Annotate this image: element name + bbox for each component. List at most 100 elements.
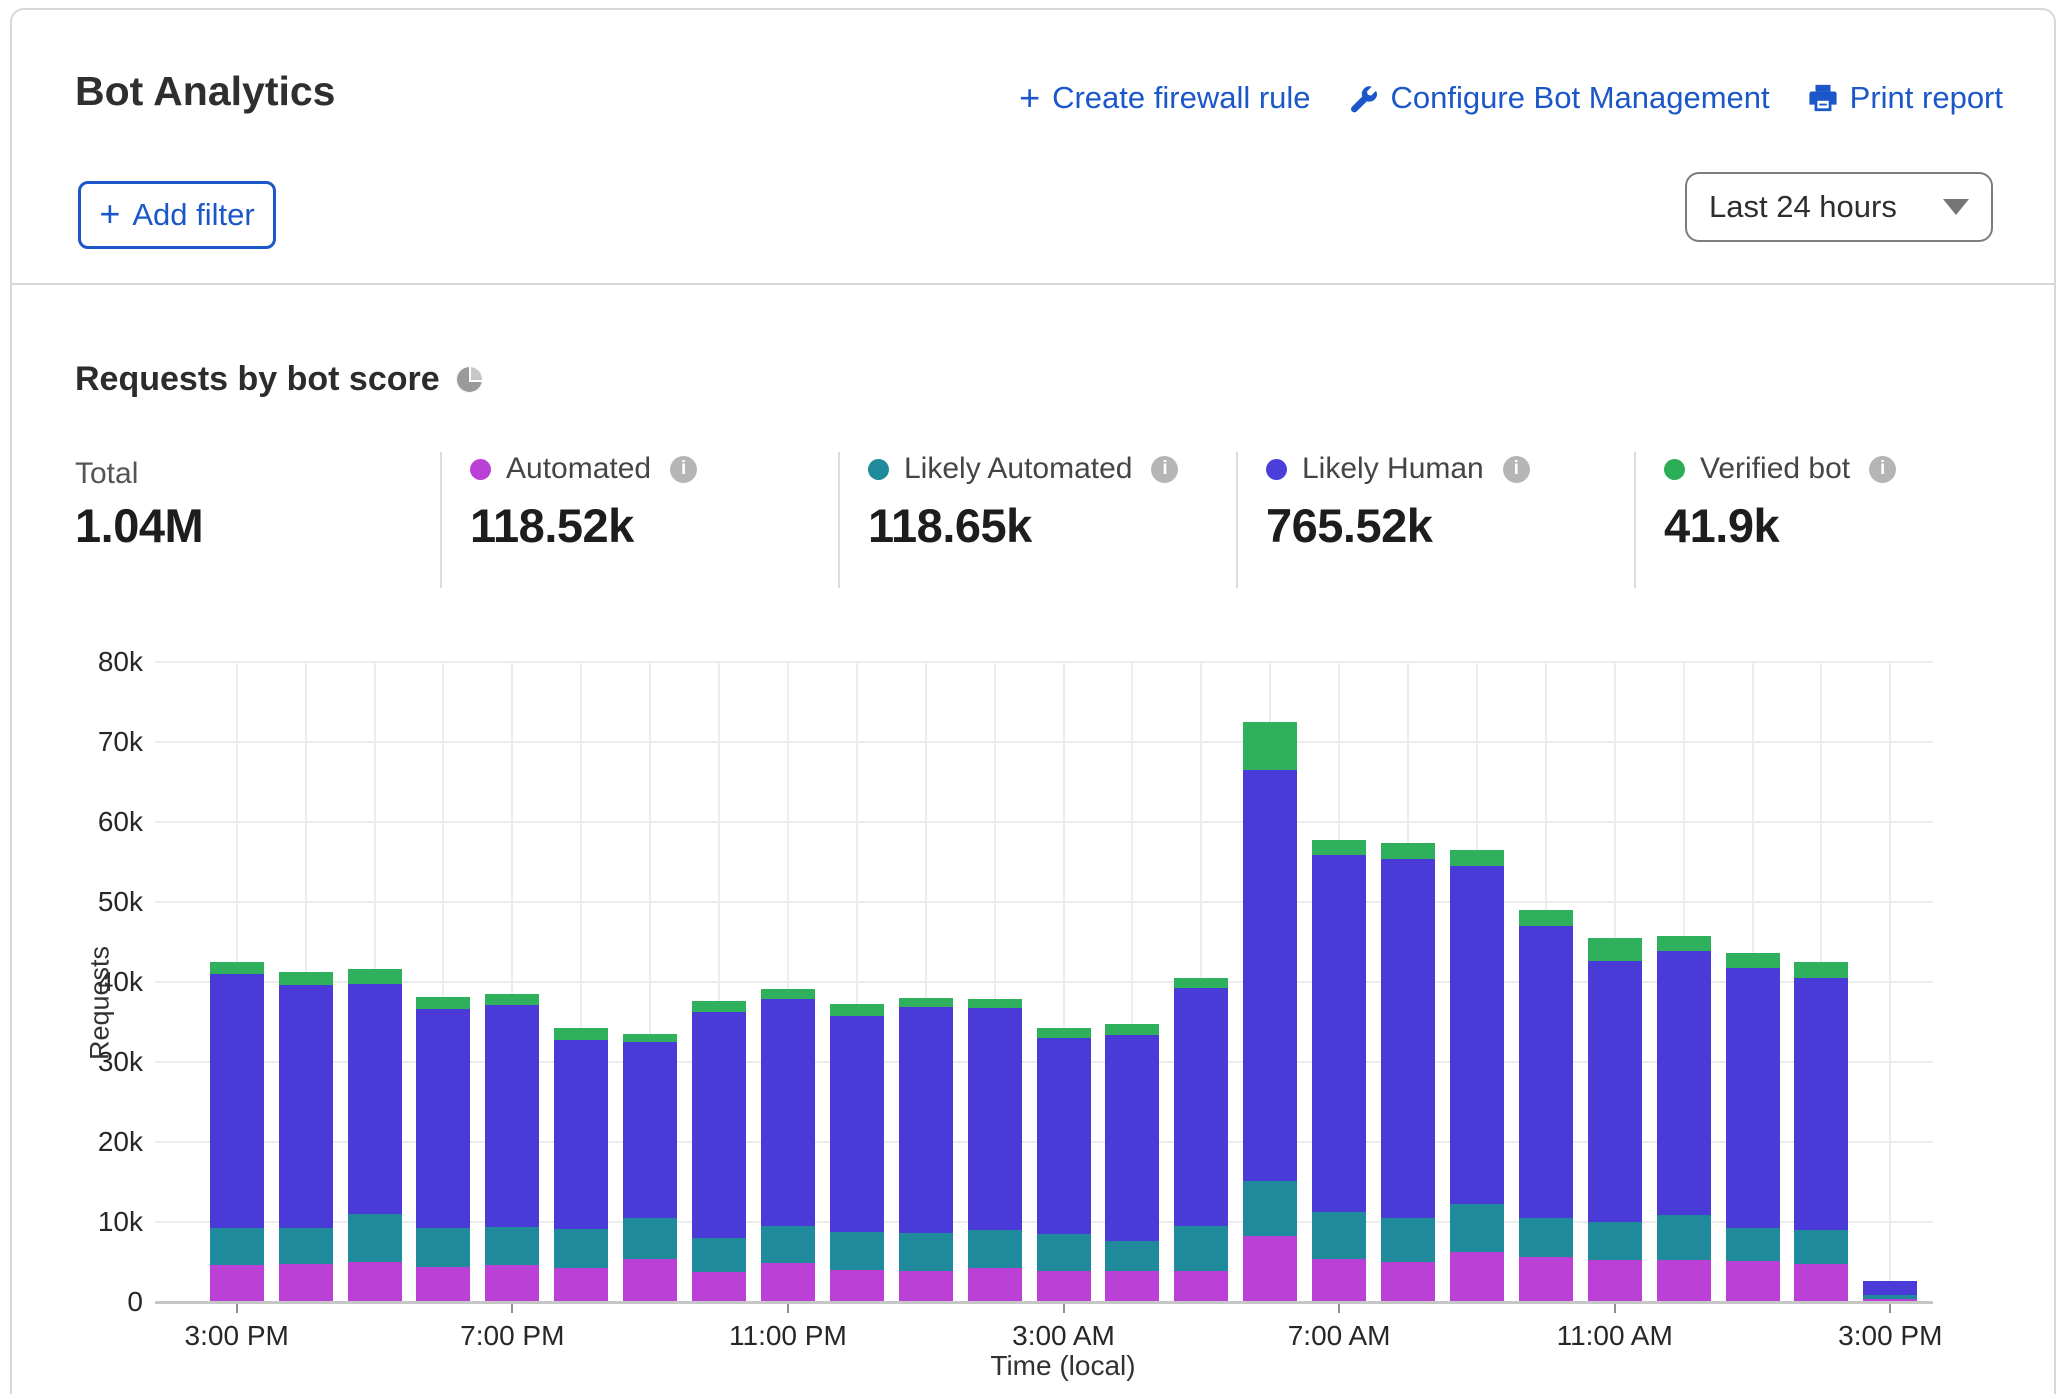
bar-segment-automated[interactable] <box>968 1268 1022 1302</box>
bar-segment-likely-human[interactable] <box>968 1008 1022 1230</box>
bar-segment-likely-automated[interactable] <box>1243 1181 1297 1235</box>
bar-segment-automated[interactable] <box>1312 1259 1366 1302</box>
bar-segment-verified-bot[interactable] <box>348 969 402 983</box>
bar-segment-likely-automated[interactable] <box>623 1218 677 1259</box>
bar-segment-automated[interactable] <box>554 1268 608 1302</box>
bar-segment-verified-bot[interactable] <box>416 997 470 1009</box>
bar-segment-automated[interactable] <box>1519 1257 1573 1302</box>
bar-segment-likely-human[interactable] <box>1726 968 1780 1229</box>
bar-segment-automated[interactable] <box>623 1259 677 1302</box>
bar-segment-automated[interactable] <box>348 1262 402 1302</box>
bar-segment-likely-automated[interactable] <box>1794 1230 1848 1264</box>
bar-segment-verified-bot[interactable] <box>1726 953 1780 967</box>
bar-segment-verified-bot[interactable] <box>623 1034 677 1042</box>
bar-segment-likely-automated[interactable] <box>899 1233 953 1271</box>
bar-segment-automated[interactable] <box>1794 1264 1848 1302</box>
bar-segment-automated[interactable] <box>1243 1236 1297 1302</box>
bar-segment-likely-automated[interactable] <box>830 1232 884 1270</box>
bar-segment-likely-human[interactable] <box>279 985 333 1227</box>
bar-segment-verified-bot[interactable] <box>1519 910 1573 926</box>
bar-segment-likely-automated[interactable] <box>1174 1226 1228 1271</box>
bar-segment-likely-human[interactable] <box>210 974 264 1228</box>
bar-segment-likely-automated[interactable] <box>1450 1204 1504 1253</box>
bar-segment-verified-bot[interactable] <box>1243 722 1297 770</box>
bar-segment-likely-automated[interactable] <box>279 1228 333 1265</box>
bar-segment-automated[interactable] <box>692 1272 746 1302</box>
bar-segment-likely-automated[interactable] <box>1657 1215 1711 1261</box>
bar-segment-likely-automated[interactable] <box>485 1227 539 1265</box>
bar-segment-verified-bot[interactable] <box>210 962 264 974</box>
bar-segment-automated[interactable] <box>416 1267 470 1302</box>
bar-segment-likely-human[interactable] <box>1243 770 1297 1181</box>
horizontal-gridline <box>155 661 1933 663</box>
bar-segment-automated[interactable] <box>485 1265 539 1302</box>
bar-segment-likely-human[interactable] <box>899 1007 953 1233</box>
bar-segment-automated[interactable] <box>1588 1260 1642 1302</box>
bar-segment-automated[interactable] <box>1726 1261 1780 1302</box>
bar-segment-verified-bot[interactable] <box>554 1028 608 1040</box>
bar-segment-verified-bot[interactable] <box>1037 1028 1091 1038</box>
bar-segment-verified-bot[interactable] <box>1794 962 1848 978</box>
bar-segment-likely-human[interactable] <box>761 999 815 1226</box>
bar-segment-likely-human[interactable] <box>1312 855 1366 1212</box>
bar-segment-likely-human[interactable] <box>1863 1281 1917 1295</box>
bar-segment-likely-automated[interactable] <box>1863 1295 1917 1299</box>
bar-segment-verified-bot[interactable] <box>279 972 333 985</box>
horizontal-gridline <box>155 821 1933 823</box>
bar-segment-likely-automated[interactable] <box>761 1226 815 1263</box>
bar-segment-likely-automated[interactable] <box>554 1229 608 1267</box>
bar-segment-verified-bot[interactable] <box>899 998 953 1007</box>
bar-segment-likely-human[interactable] <box>554 1040 608 1230</box>
bar-segment-automated[interactable] <box>1105 1271 1159 1302</box>
bar-segment-likely-automated[interactable] <box>210 1228 264 1266</box>
bar-segment-verified-bot[interactable] <box>830 1004 884 1015</box>
bar-segment-likely-human[interactable] <box>1174 988 1228 1226</box>
bar-segment-likely-automated[interactable] <box>1381 1218 1435 1262</box>
bar-segment-automated[interactable] <box>830 1270 884 1302</box>
bar-segment-likely-human[interactable] <box>1105 1035 1159 1241</box>
bar-segment-likely-human[interactable] <box>1450 866 1504 1204</box>
bar-segment-automated[interactable] <box>279 1264 333 1302</box>
bar-segment-verified-bot[interactable] <box>968 999 1022 1009</box>
bar-segment-automated[interactable] <box>210 1265 264 1302</box>
bar-segment-verified-bot[interactable] <box>1174 978 1228 988</box>
bar-segment-likely-human[interactable] <box>1657 951 1711 1215</box>
bar-segment-likely-automated[interactable] <box>1312 1212 1366 1259</box>
bar-segment-likely-automated[interactable] <box>416 1228 470 1266</box>
bar-segment-verified-bot[interactable] <box>761 989 815 999</box>
bar-segment-likely-human[interactable] <box>416 1009 470 1228</box>
bar-segment-verified-bot[interactable] <box>1105 1024 1159 1035</box>
bar-segment-likely-automated[interactable] <box>1588 1222 1642 1260</box>
bar-segment-verified-bot[interactable] <box>1657 936 1711 951</box>
bar-segment-automated[interactable] <box>1174 1271 1228 1302</box>
bar-segment-automated[interactable] <box>899 1271 953 1302</box>
bar-segment-likely-human[interactable] <box>1381 859 1435 1218</box>
bar-segment-likely-automated[interactable] <box>968 1230 1022 1268</box>
bar-segment-verified-bot[interactable] <box>692 1001 746 1011</box>
bar-segment-verified-bot[interactable] <box>485 994 539 1005</box>
bar-segment-verified-bot[interactable] <box>1450 850 1504 866</box>
bar-segment-automated[interactable] <box>761 1263 815 1302</box>
bar-segment-likely-human[interactable] <box>1588 961 1642 1222</box>
bar-segment-automated[interactable] <box>1450 1252 1504 1302</box>
bar-segment-likely-human[interactable] <box>348 984 402 1214</box>
bar-segment-automated[interactable] <box>1657 1260 1711 1302</box>
bar-segment-likely-human[interactable] <box>1794 978 1848 1230</box>
bar-segment-likely-automated[interactable] <box>1037 1234 1091 1271</box>
bar-segment-automated[interactable] <box>1037 1271 1091 1302</box>
bar-segment-verified-bot[interactable] <box>1312 840 1366 855</box>
bar-segment-likely-automated[interactable] <box>1519 1218 1573 1257</box>
bar-segment-verified-bot[interactable] <box>1381 843 1435 859</box>
bar-segment-likely-human[interactable] <box>623 1042 677 1218</box>
bar-segment-likely-human[interactable] <box>1037 1038 1091 1234</box>
bar-segment-likely-human[interactable] <box>1519 926 1573 1218</box>
bar-segment-likely-human[interactable] <box>485 1005 539 1227</box>
bar-segment-likely-human[interactable] <box>830 1016 884 1233</box>
bar-segment-likely-human[interactable] <box>692 1012 746 1238</box>
bar-segment-likely-automated[interactable] <box>1726 1228 1780 1261</box>
bar-segment-automated[interactable] <box>1381 1262 1435 1302</box>
bar-segment-likely-automated[interactable] <box>1105 1241 1159 1271</box>
bar-segment-verified-bot[interactable] <box>1588 938 1642 961</box>
bar-segment-likely-automated[interactable] <box>348 1214 402 1262</box>
bar-segment-likely-automated[interactable] <box>692 1238 746 1272</box>
